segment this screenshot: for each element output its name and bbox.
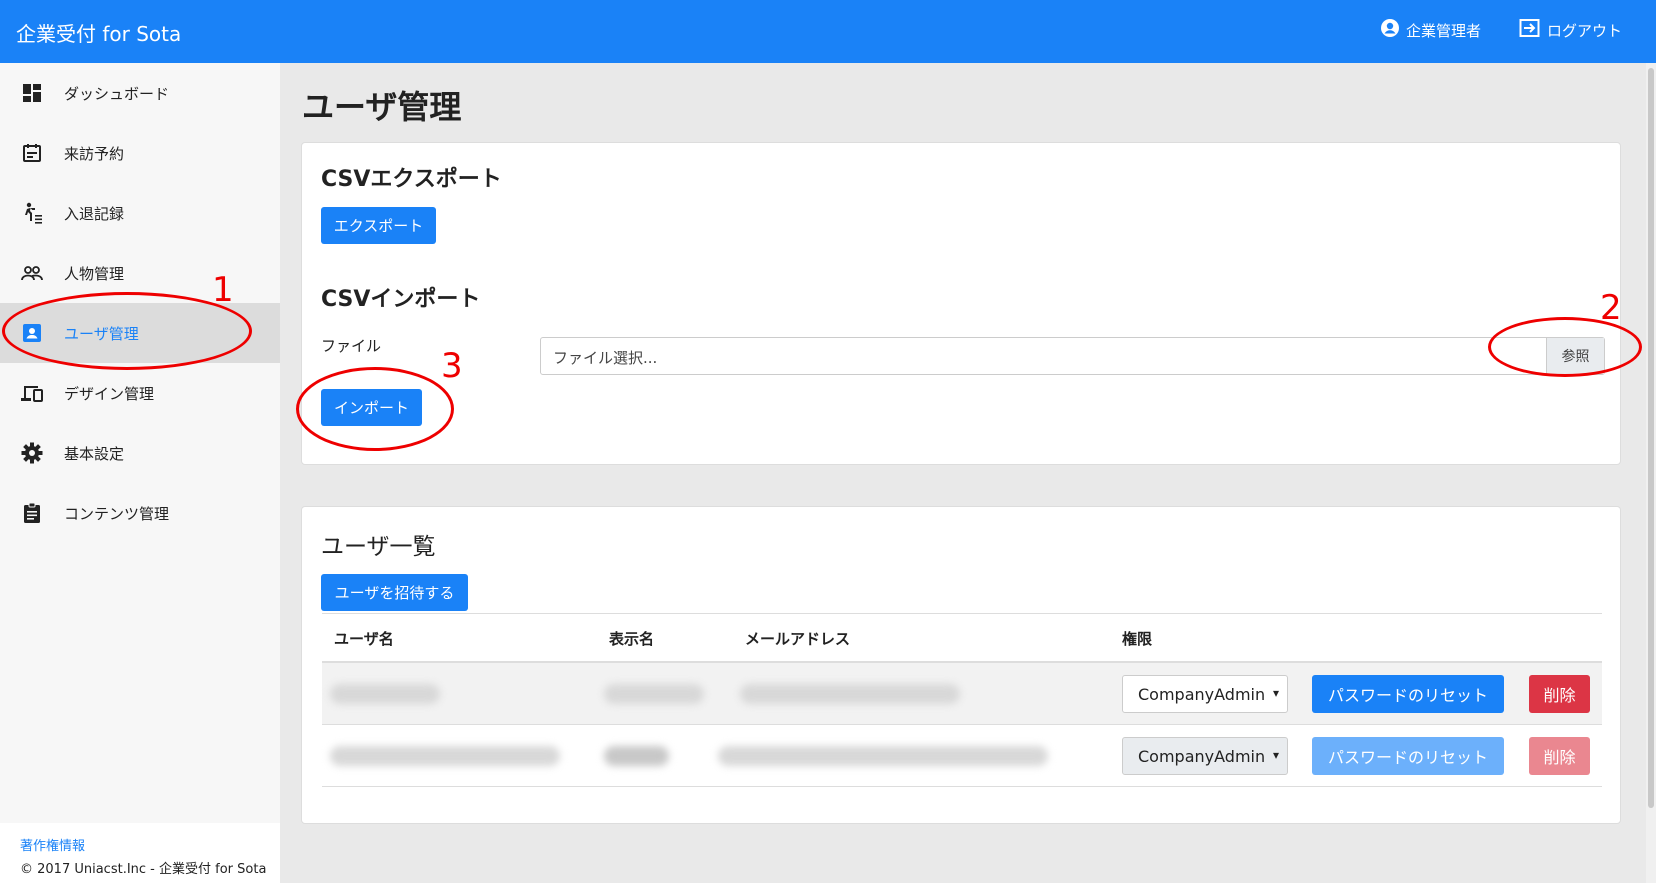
redacted-username xyxy=(330,746,560,766)
table-header: ユーザ名 表示名 メールアドレス 権限 xyxy=(322,613,1602,663)
user-list-card: ユーザ一覧 ユーザを招待する ユーザ名 表示名 メールアドレス 権限 Compa… xyxy=(301,506,1621,824)
sidebar-item-label: 人物管理 xyxy=(64,264,125,283)
redacted-display-name xyxy=(604,746,669,766)
file-picker[interactable]: ファイル選択... 参照 xyxy=(540,337,1605,375)
app-title[interactable]: 企業受付 for Sota xyxy=(16,18,181,47)
redacted-email xyxy=(718,746,1048,766)
page-scrollbar[interactable] xyxy=(1646,63,1656,883)
csv-import-heading: CSVインポート xyxy=(321,287,481,312)
top-bar: 企業受付 for Sota 企業管理者 ログアウト xyxy=(0,0,1656,63)
logout-button[interactable]: ログアウト xyxy=(1519,18,1622,42)
dashboard-icon xyxy=(20,81,44,105)
redacted-display-name xyxy=(604,684,704,704)
column-role: 権限 xyxy=(1122,630,1153,648)
walk-log-icon xyxy=(20,201,44,225)
sidebar-item-label: 基本設定 xyxy=(64,444,125,463)
logout-icon xyxy=(1519,18,1541,42)
delete-button[interactable]: 削除 xyxy=(1529,737,1590,775)
user-list-heading: ユーザ一覧 xyxy=(321,534,436,560)
devices-icon xyxy=(20,381,44,405)
reset-password-button[interactable]: パスワードのリセット xyxy=(1312,737,1504,775)
annotation-ellipse-3 xyxy=(296,367,454,451)
chevron-down-icon: ▾ xyxy=(1272,686,1279,700)
csv-card: CSVエクスポート エクスポート CSVインポート ファイル ファイル選択...… xyxy=(301,142,1621,465)
copyright-text: © 2017 Uniacst.Inc - 企業受付 for Sota xyxy=(20,862,267,877)
sidebar-item-label: 入退記録 xyxy=(64,204,125,223)
redacted-username xyxy=(330,684,440,704)
sidebar-item-entry-exit-log[interactable]: 入退記録 xyxy=(0,183,280,243)
user-role-label: 企業管理者 xyxy=(1405,21,1481,40)
sidebar-item-label: デザイン管理 xyxy=(64,384,155,403)
sidebar-item-design[interactable]: デザイン管理 xyxy=(0,363,280,423)
file-placeholder: ファイル選択... xyxy=(553,349,658,367)
copyright-info-link[interactable]: 著作権情報 xyxy=(20,835,280,854)
reset-password-button[interactable]: パスワードのリセット xyxy=(1312,675,1504,713)
page-title: ユーザ管理 xyxy=(302,88,462,126)
gear-icon xyxy=(20,441,44,465)
annotation-number-3: 3 xyxy=(441,346,463,386)
csv-export-heading: CSVエクスポート xyxy=(321,167,502,192)
sidebar-item-basic-settings[interactable]: 基本設定 xyxy=(0,423,280,483)
clipboard-icon xyxy=(20,501,44,525)
people-icon xyxy=(20,261,44,285)
file-label: ファイル xyxy=(321,337,382,355)
annotation-number-1: 1 xyxy=(212,270,234,310)
sidebar-item-visit-reservation[interactable]: 来訪予約 xyxy=(0,123,280,183)
user-menu[interactable]: 企業管理者 xyxy=(1380,18,1481,42)
invite-user-button[interactable]: ユーザを招待する xyxy=(321,574,468,611)
role-select[interactable]: CompanyAdmin ▾ xyxy=(1122,675,1288,713)
calendar-icon xyxy=(20,141,44,165)
role-select-value: CompanyAdmin xyxy=(1138,684,1266,704)
logout-label: ログアウト xyxy=(1546,21,1622,40)
sidebar-item-label: 来訪予約 xyxy=(64,144,125,163)
sidebar-item-contents[interactable]: コンテンツ管理 xyxy=(0,483,280,543)
column-username: ユーザ名 xyxy=(334,630,394,648)
chevron-down-icon: ▾ xyxy=(1272,748,1279,762)
role-select-value: CompanyAdmin xyxy=(1138,746,1266,766)
export-button[interactable]: エクスポート xyxy=(321,207,436,244)
sidebar-footer: 著作権情報 © 2017 Uniacst.Inc - 企業受付 for Sota xyxy=(0,823,280,883)
sidebar-item-label: コンテンツ管理 xyxy=(64,504,170,523)
sidebar-item-label: ダッシュボード xyxy=(64,84,170,103)
annotation-number-2: 2 xyxy=(1600,288,1622,328)
account-circle-icon xyxy=(1380,18,1400,42)
table-row: CompanyAdmin ▾ パスワードのリセット 削除 xyxy=(322,663,1602,725)
column-email: メールアドレス xyxy=(745,630,851,648)
sidebar: ダッシュボード 来訪予約 入退記録 人物管理 ユーザ管理 デザイン管理 基本設定… xyxy=(0,63,280,883)
table-row: CompanyAdmin ▾ パスワードのリセット 削除 xyxy=(322,725,1602,787)
delete-button[interactable]: 削除 xyxy=(1529,675,1590,713)
role-select[interactable]: CompanyAdmin ▾ xyxy=(1122,737,1288,775)
scrollbar-thumb[interactable] xyxy=(1648,68,1654,808)
sidebar-item-dashboard[interactable]: ダッシュボード xyxy=(0,63,280,123)
column-display-name: 表示名 xyxy=(609,630,655,648)
redacted-email xyxy=(740,684,960,704)
